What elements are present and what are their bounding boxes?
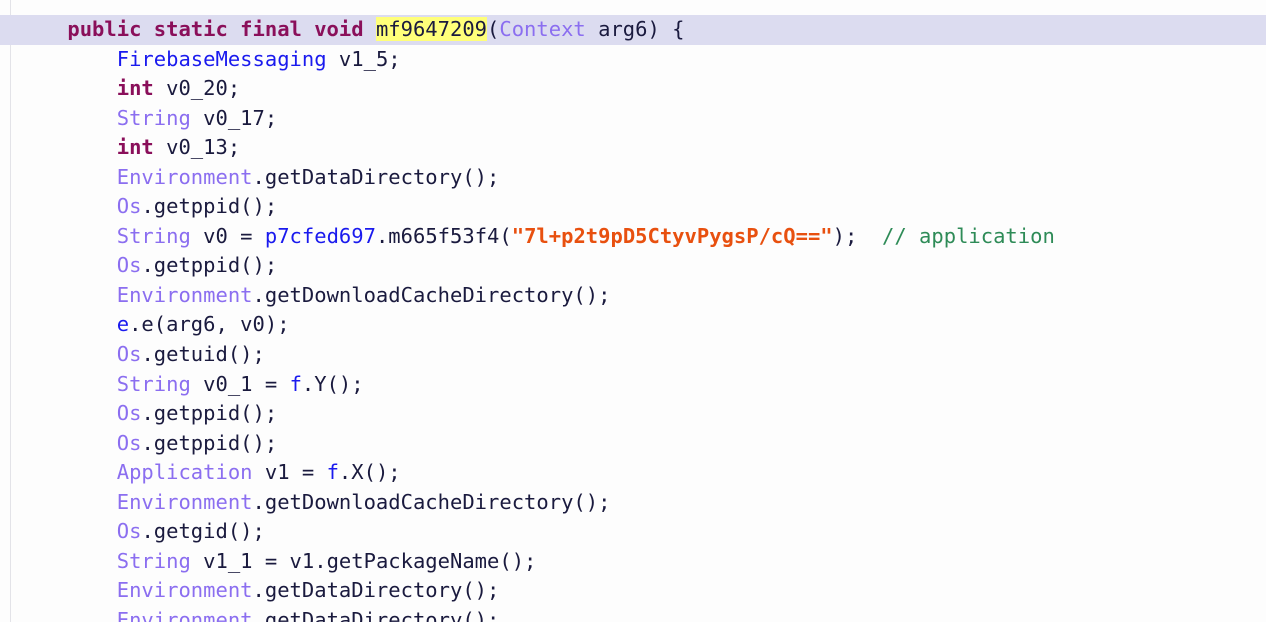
code-token-type: String (116, 105, 191, 130)
code-token-plain: arg6) { (585, 17, 685, 41)
code-line[interactable]: String v0_17; (0, 104, 1266, 134)
code-token-plain: .m665f53f4( (375, 223, 512, 248)
code-line[interactable]: Os.getgid(); (0, 517, 1266, 547)
code-token-plain: .getgid(); (141, 519, 265, 544)
code-token-plain: .getDataDirectory(); (252, 578, 500, 603)
code-token-plain: .getDataDirectory(); (252, 607, 500, 622)
code-text-area[interactable]: public static final void mf9647209(Conte… (0, 0, 1266, 622)
code-line[interactable]: Os.getppid(); (0, 429, 1266, 459)
code-token-plain: v1_1 = v1.getPackageName(); (190, 548, 537, 573)
code-token-ident: f (289, 371, 302, 396)
code-line[interactable]: int v0_20; (0, 74, 1266, 104)
code-token-type: String (116, 548, 191, 573)
code-token-plain: .getDownloadCacheDirectory(); (252, 282, 611, 307)
code-line[interactable]: int v0_13; (0, 133, 1266, 163)
code-token-plain: v0 = (190, 223, 265, 248)
code-token-plain: .e(arg6, v0); (129, 312, 290, 337)
code-token-plain: .getppid(); (141, 430, 278, 455)
code-token-plain: .getppid(); (141, 253, 278, 278)
code-token-plain: ); (832, 223, 883, 248)
code-token-ident: e (116, 312, 130, 337)
code-token-plain: .X(); (338, 460, 401, 485)
code-token-type: String (116, 223, 191, 248)
code-token-type: Context (499, 17, 586, 41)
code-token-plain: v1_5; (326, 46, 401, 71)
code-token-plain: v0_17; (190, 105, 278, 130)
code-line[interactable]: Os.getppid(); (0, 399, 1266, 429)
search-highlight-token[interactable]: mf9647209 (375, 17, 488, 41)
code-token-plain: v0_20; (153, 76, 241, 101)
code-line[interactable]: Environment.getDataDirectory(); (0, 163, 1266, 193)
code-token-type: Os (116, 194, 142, 219)
code-token-plain: .getuid(); (141, 342, 265, 367)
code-token-type: Os (116, 401, 142, 426)
code-line[interactable]: Environment.getDownloadCacheDirectory(); (0, 281, 1266, 311)
code-token-type: Environment (116, 607, 253, 622)
code-token-type: Os (116, 519, 142, 544)
code-token-str: "7l+p2t9pD5CtyvPygsP/cQ==" (511, 223, 833, 248)
code-line[interactable]: String v0 = p7cfed697.m665f53f4("7l+p2t9… (0, 222, 1266, 252)
code-token-kw: int (116, 76, 154, 101)
code-token-plain: v0_13; (153, 135, 241, 160)
code-token-ident: p7cfed697 (264, 223, 376, 248)
code-line[interactable]: Os.getppid(); (0, 251, 1266, 281)
code-token-plain: v1 = (252, 460, 327, 485)
code-token-comment: // application (882, 223, 1055, 248)
code-line[interactable]: Environment.getDataDirectory(); (0, 576, 1266, 606)
code-token-type: Application (116, 460, 253, 485)
code-token-plain: .getppid(); (141, 194, 278, 219)
code-token-plain: .getppid(); (141, 401, 278, 426)
code-editor-view[interactable]: public static final void mf9647209(Conte… (0, 0, 1266, 622)
code-token-plain: v0_1 = (190, 371, 290, 396)
code-token-type: Environment (116, 164, 253, 189)
code-line[interactable]: Application v1 = f.X(); (0, 458, 1266, 488)
code-line[interactable]: e.e(arg6, v0); (0, 310, 1266, 340)
code-line[interactable]: Os.getuid(); (0, 340, 1266, 370)
code-token-kw: int (116, 135, 154, 160)
code-line[interactable]: String v0_1 = f.Y(); (0, 370, 1266, 400)
code-line[interactable]: Os.getppid(); (0, 192, 1266, 222)
code-token-plain: .getDataDirectory(); (252, 164, 500, 189)
code-token-plain: ( (487, 17, 500, 41)
code-line[interactable]: FirebaseMessaging v1_5; (0, 45, 1266, 75)
code-token-plain: .getDownloadCacheDirectory(); (252, 489, 611, 514)
code-line[interactable]: Environment.getDataDirectory(); (0, 606, 1266, 622)
code-token-kw: public static final void (67, 17, 364, 41)
code-line[interactable]: Environment.getDownloadCacheDirectory(); (0, 488, 1266, 518)
code-token-type: Environment (116, 489, 253, 514)
code-token-ident: FirebaseMessaging (116, 46, 327, 71)
code-token-type: String (116, 371, 191, 396)
code-token-type: Environment (116, 578, 253, 603)
code-token-type: Environment (116, 282, 253, 307)
code-token-plain: .Y(); (301, 371, 364, 396)
code-line[interactable]: public static final void mf9647209(Conte… (0, 15, 1266, 45)
code-line[interactable]: String v1_1 = v1.getPackageName(); (0, 547, 1266, 577)
code-token-type: Os (116, 430, 142, 455)
code-token-ident: f (326, 460, 339, 485)
code-token-type: Os (116, 342, 142, 367)
code-token-type: Os (116, 253, 142, 278)
